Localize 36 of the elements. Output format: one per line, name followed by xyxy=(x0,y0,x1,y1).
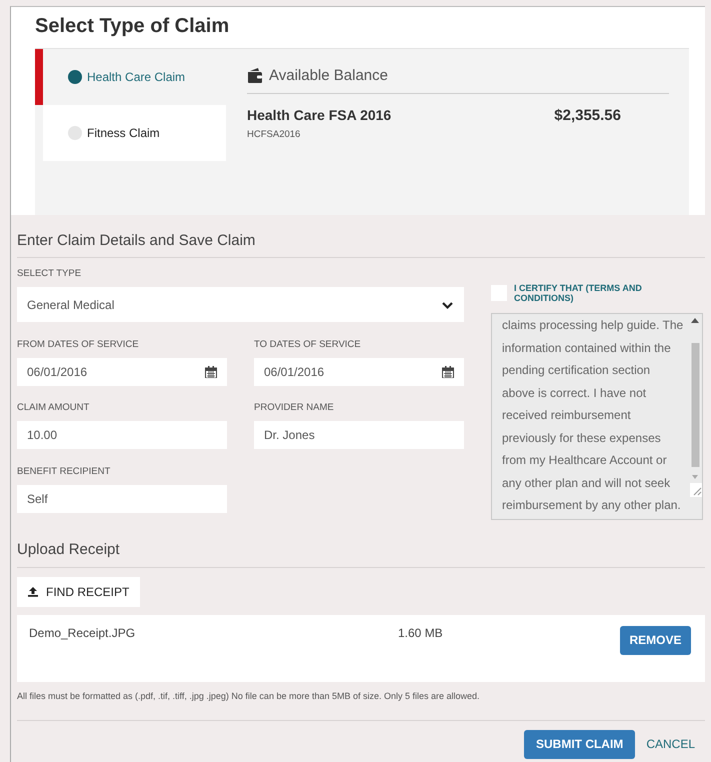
submit-claim-button[interactable]: SUBMIT CLAIM xyxy=(524,730,636,758)
input-field[interactable]: Self xyxy=(17,484,227,513)
select-field[interactable]: General Medical xyxy=(17,287,464,322)
date-field[interactable]: 06/01/2016 xyxy=(254,358,464,386)
upload-note: All files must be formatted as (.pdf, .tif, .tiff, .jpg .jpeg) No file can be more than 5MB of size. Only 5 files are allowed. xyxy=(17,690,705,720)
date-field[interactable]: 06/01/2016 xyxy=(17,358,227,386)
file-size: 1.60 MB xyxy=(398,626,444,640)
page-title: Select Type of Claim xyxy=(35,15,230,39)
wallet-icon xyxy=(247,68,263,83)
account-balance: $2,355.56 xyxy=(554,107,621,126)
field-label: PROVIDER NAME xyxy=(254,402,335,416)
cancel-link[interactable]: CANCEL xyxy=(646,737,695,751)
field-label: FROM DATES OF SERVICE xyxy=(17,338,140,352)
radio-button[interactable] xyxy=(68,126,82,140)
calendar-icon xyxy=(442,366,454,378)
input-field[interactable]: Dr. Jones xyxy=(254,421,464,450)
input-field[interactable]: 10.00 xyxy=(17,421,227,450)
find-receipt-button[interactable]: FIND RECEIPT xyxy=(17,576,140,606)
account-code: HCFSA2016 xyxy=(247,129,302,140)
account-name: Health Care FSA 2016 xyxy=(247,107,392,123)
field-label: TO DATES OF SERVICE xyxy=(254,338,362,352)
section-heading: Upload Receipt xyxy=(17,540,705,568)
field-label: BENEFIT RECIPIENT xyxy=(17,466,112,479)
remove-button[interactable]: REMOVE xyxy=(620,626,691,654)
file-name: Demo_Receipt.JPG xyxy=(29,626,136,640)
section-heading: Enter Claim Details and Save Claim xyxy=(17,232,705,258)
scrollbar[interactable] xyxy=(690,317,702,497)
upload-icon xyxy=(28,586,38,596)
terms-text-area[interactable]: claims processing help guide. The information contained within the pending certification section above is correct. I have not received reimbursement previously for these expenses from my Healthcare Account or any other plan and will not seek reimbursement by any other plan. xyxy=(491,313,703,520)
radio-button[interactable] xyxy=(68,70,82,84)
chevron-down-icon xyxy=(441,300,454,310)
checkbox-label: I CERTIFY THAT (TERMS AND CONDITIONS) xyxy=(514,283,643,303)
balance-heading: Available Balance xyxy=(269,67,388,84)
field-label: SELECT TYPE xyxy=(17,268,82,281)
calendar-icon xyxy=(205,366,217,378)
field-label: CLAIM AMOUNT xyxy=(17,402,90,416)
